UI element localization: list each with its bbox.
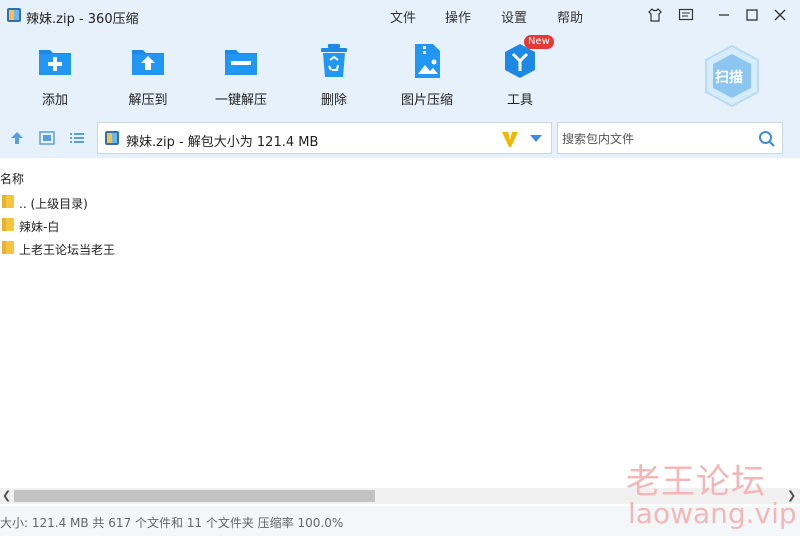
folder-icon [2, 241, 14, 254]
menu-file[interactable]: 文件 [390, 7, 416, 26]
scan-button[interactable]: 扫描 [703, 44, 761, 108]
one-click-extract-button[interactable]: 一键解压 [203, 42, 279, 108]
window-title: 辣妹.zip - 360压缩 [26, 12, 139, 27]
image-compress-button[interactable]: 图片压缩 [389, 42, 465, 108]
zip-file-icon [105, 131, 119, 145]
extract-to-label: 解压到 [128, 93, 168, 108]
search-icon[interactable] [758, 130, 776, 148]
image-compress-label: 图片压缩 [400, 93, 453, 108]
title-bar: 辣妹.zip - 360压缩 文件 操作 设置 帮助 [0, 0, 800, 30]
tools-label: 工具 [506, 93, 533, 108]
one-click-extract-label: 一键解压 [214, 93, 267, 108]
skin-icon[interactable] [646, 6, 664, 24]
extract-to-icon [132, 50, 164, 75]
new-badge: New [524, 35, 554, 49]
menu-help[interactable]: 帮助 [557, 7, 583, 26]
address-text: 辣妹.zip - 解包大小为 121.4 MB [126, 135, 319, 150]
thumbnail-view-icon[interactable] [39, 130, 55, 146]
address-dropdown-icon[interactable] [530, 135, 542, 142]
add-icon [39, 50, 71, 75]
scan-label: 扫描 [715, 70, 743, 86]
close-icon[interactable] [771, 6, 789, 24]
feedback-icon[interactable] [677, 6, 695, 24]
tools-button[interactable]: 工具 [482, 42, 558, 108]
menu-operation[interactable]: 操作 [445, 7, 471, 26]
list-view-icon[interactable] [69, 130, 85, 146]
list-item-name: 上老王论坛当老王 [19, 243, 116, 257]
list-item[interactable]: 辣妹-白 [0, 215, 800, 235]
add-label: 添加 [41, 93, 68, 108]
up-level-icon[interactable] [9, 130, 25, 146]
status-text: 大小: 121.4 MB 共 617 个文件和 11 个文件夹 压缩率 100.… [0, 516, 344, 530]
minimize-icon[interactable] [715, 6, 733, 24]
delete-icon [321, 44, 347, 77]
extract-to-button[interactable]: 解压到 [110, 42, 186, 108]
menu-settings[interactable]: 设置 [501, 7, 527, 26]
zip-file-icon [7, 8, 21, 22]
scrollbar-thumb[interactable] [14, 490, 375, 502]
folder-icon [2, 218, 14, 231]
list-item[interactable]: 上老王论坛当老王 [0, 238, 800, 258]
verify-v-icon[interactable] [500, 129, 520, 149]
one-click-extract-icon [225, 50, 257, 75]
watermark-title: 老王论坛 [626, 462, 766, 502]
watermark-url: laowang.vip [628, 497, 797, 530]
list-item[interactable]: .. (上级目录) [0, 192, 800, 212]
list-item-name: .. (上级目录) [19, 197, 88, 211]
add-button[interactable]: 添加 [17, 42, 93, 108]
folder-icon [2, 195, 14, 208]
address-bar[interactable]: 辣妹.zip - 解包大小为 121.4 MB [97, 122, 552, 154]
search-input[interactable] [562, 130, 752, 148]
image-compress-icon [415, 44, 440, 78]
scroll-left-icon[interactable]: ❮ [2, 489, 11, 502]
column-header-name[interactable]: 名称 [0, 170, 800, 188]
search-box [557, 122, 783, 154]
delete-button[interactable]: 删除 [296, 42, 372, 108]
maximize-icon[interactable] [743, 6, 761, 24]
delete-label: 删除 [320, 93, 347, 108]
list-item-name: 辣妹-白 [19, 220, 60, 234]
